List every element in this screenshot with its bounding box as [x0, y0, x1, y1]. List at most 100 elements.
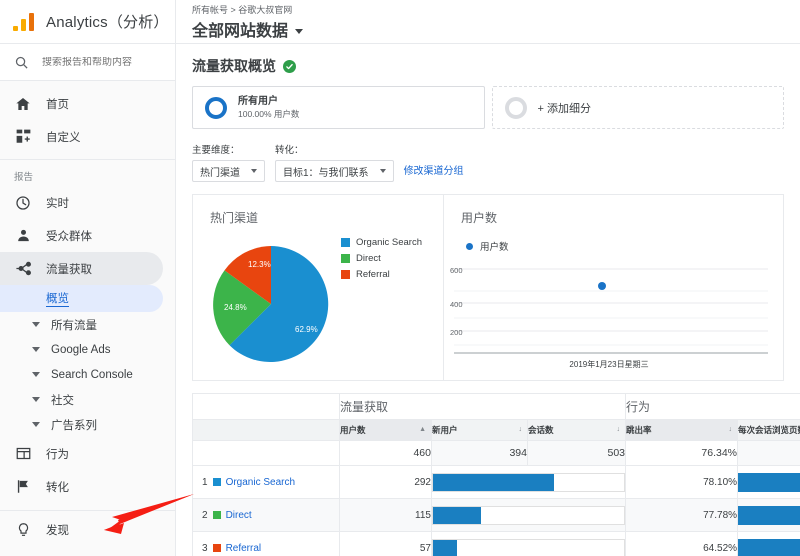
primary-dimension-label: 主要维度： — [192, 145, 240, 156]
breadcrumb[interactable]: 所有帐号 > 谷歌大叔官网 — [192, 4, 800, 17]
group-header-spacer — [192, 393, 340, 420]
line-chart-plot[interactable]: 600 400 200 2019年1月23日星期三 — [446, 259, 785, 376]
row-users: 292 — [339, 465, 432, 499]
row-color-swatch — [212, 511, 221, 519]
legend-swatch — [341, 254, 350, 263]
conversion-select[interactable]: 目标1：与我们联系 — [275, 160, 394, 182]
legend-item[interactable]: Referral — [341, 269, 422, 280]
col-header-bounce-rate[interactable]: 跳出率 ↓ — [625, 419, 739, 441]
acquisition-table: 流量获取 行为 用户数 ▲ 新用户 ↓ 会话数 ↓ 跳出率 ↓ 每次会话浏览页数… — [192, 393, 800, 556]
search-icon — [15, 56, 28, 69]
home-icon — [14, 95, 32, 113]
row-channel-cell: 1 Organic Search — [192, 465, 340, 499]
pie-chart-title: 热门渠道 — [210, 211, 259, 225]
legend-item[interactable]: Organic Search — [341, 237, 422, 248]
report-title: 流量获取概览 — [192, 58, 276, 74]
row-channel-link[interactable]: Direct — [226, 510, 252, 521]
sidebar-subitem-label: 所有流量 — [51, 319, 97, 332]
row-channel-link[interactable]: Organic Search — [226, 477, 295, 488]
legend-dot-icon — [466, 242, 473, 250]
legend-item[interactable]: Direct — [341, 253, 422, 264]
sidebar-subitem-label: 概览 — [46, 290, 69, 307]
row-color-swatch — [212, 544, 221, 552]
add-segment-button[interactable]: + 添加细分 — [491, 86, 784, 129]
analytics-app: Analytics（分析） 首页 — [0, 0, 800, 556]
primary-dimension-value: 热门渠道 — [200, 167, 240, 179]
controls-row: 主要维度： 热门渠道 转化： 目标1：与我们联系 修改渠道分组 — [176, 129, 800, 182]
group-header-behavior: 行为 — [625, 393, 800, 420]
sidebar-subitem-google-ads[interactable]: Google Ads — [0, 337, 175, 362]
legend-swatch — [341, 270, 350, 279]
sidebar: Analytics（分析） 首页 — [0, 0, 176, 556]
legend-label: Referral — [356, 269, 390, 280]
col-header-pages-per-session[interactable]: 每次会话浏览页数↓ — [737, 419, 800, 441]
search-bar[interactable] — [0, 44, 175, 81]
y-tick-label: 200 — [450, 328, 463, 337]
col-header-channel — [192, 419, 340, 441]
flag-icon — [14, 478, 32, 496]
primary-dimension-group: 主要维度： 热门渠道 — [192, 142, 265, 182]
sidebar-item-realtime[interactable]: 实时 — [0, 186, 175, 219]
row-users-bar — [430, 531, 627, 556]
sidebar-subitem-social[interactable]: 社交 — [0, 387, 175, 412]
table-row[interactable]: 2 Direct 115 77.78% — [192, 498, 800, 532]
pie-slice-label: 12.3% — [248, 260, 271, 269]
sidebar-item-behavior[interactable]: 行为 — [0, 437, 175, 470]
sidebar-subitem-overview[interactable]: 概览 — [0, 285, 163, 312]
sidebar-item-conversions[interactable]: 转化 — [0, 470, 175, 503]
y-tick-label: 600 — [450, 266, 463, 275]
pie-chart[interactable]: 62.9% 24.8% 12.3% — [207, 240, 335, 373]
sidebar-item-acquisition[interactable]: 流量获取 — [0, 252, 163, 285]
pie-slice-label: 24.8% — [224, 303, 247, 312]
sort-desc-icon: ↓ — [518, 426, 523, 433]
sidebar-subitem-label: 社交 — [51, 394, 74, 407]
row-bounce-bar — [737, 531, 800, 556]
row-channel-cell: 2 Direct — [192, 498, 340, 532]
topbar: 所有帐号 > 谷歌大叔官网 全部网站数据 — [176, 0, 800, 44]
report-header: 流量获取概览 — [176, 44, 800, 86]
chevron-down-icon — [251, 169, 257, 173]
row-index: 2 — [202, 509, 208, 521]
sidebar-item-discover[interactable]: 发现 — [0, 513, 175, 546]
chevron-down-icon — [32, 347, 40, 352]
col-header-sessions[interactable]: 会话数 ↓ — [526, 419, 627, 441]
add-segment-label: + 添加细分 — [537, 102, 591, 115]
sidebar-section-reports: 报告 — [0, 159, 175, 186]
sidebar-item-label: 发现 — [46, 524, 69, 537]
report-content: 流量获取概览 所有用户 100.00% 用户数 + 添加细分 主要维度： 热门渠… — [176, 44, 800, 556]
x-axis-label: 2019年1月23日星期三 — [569, 359, 648, 369]
segment-donut-icon — [205, 96, 227, 119]
sidebar-subitem-label: Google Ads — [51, 343, 111, 356]
sidebar-item-label: 实时 — [46, 197, 69, 210]
behavior-icon — [14, 445, 32, 463]
table-row[interactable]: 3 Referral 57 64.52% — [192, 531, 800, 556]
sidebar-divider — [0, 510, 175, 511]
sidebar-item-admin[interactable]: 管理 — [0, 546, 175, 556]
sidebar-subitem-campaigns[interactable]: 广告系列 — [0, 412, 175, 437]
primary-dimension-select[interactable]: 热门渠道 — [192, 160, 265, 182]
col-header-users[interactable]: 用户数 ▲ — [339, 419, 432, 441]
line-chart-card: 用户数 用户数 600 400 200 2019年1月23日星期三 — [444, 194, 784, 381]
sidebar-item-label: 转化 — [46, 481, 69, 494]
pie-chart-card: 热门渠道 62.9% 24.8% 12.3% Organic Search Di… — [192, 194, 444, 381]
search-input[interactable] — [42, 56, 162, 68]
sidebar-subitem-search-console[interactable]: Search Console — [0, 362, 175, 387]
property-selector[interactable]: 全部网站数据 — [192, 17, 800, 41]
row-bounce-bar — [737, 498, 800, 532]
brand[interactable]: Analytics（分析） — [0, 0, 175, 44]
legend-label: 用户数 — [480, 242, 509, 253]
sidebar-item-home[interactable]: 首页 — [0, 87, 175, 120]
col-header-new-users[interactable]: 新用户 ↓ — [431, 419, 528, 441]
segment-all-users[interactable]: 所有用户 100.00% 用户数 — [192, 86, 485, 129]
sidebar-subitem-all-traffic[interactable]: 所有流量 — [0, 312, 175, 337]
chevron-down-icon — [295, 28, 304, 34]
table-row[interactable]: 1 Organic Search 292 78.10% — [192, 465, 800, 499]
sidebar-item-customization[interactable]: 自定义 — [0, 120, 175, 153]
line-chart-legend[interactable]: 用户数 — [466, 239, 509, 253]
conversion-label: 转化： — [275, 145, 304, 156]
brand-name: Analytics（分析） — [46, 14, 169, 31]
edit-channel-grouping-link[interactable]: 修改渠道分组 — [404, 162, 464, 177]
sidebar-item-audience[interactable]: 受众群体 — [0, 219, 175, 252]
line-chart-data-point — [598, 282, 606, 290]
row-channel-link[interactable]: Referral — [226, 543, 262, 554]
